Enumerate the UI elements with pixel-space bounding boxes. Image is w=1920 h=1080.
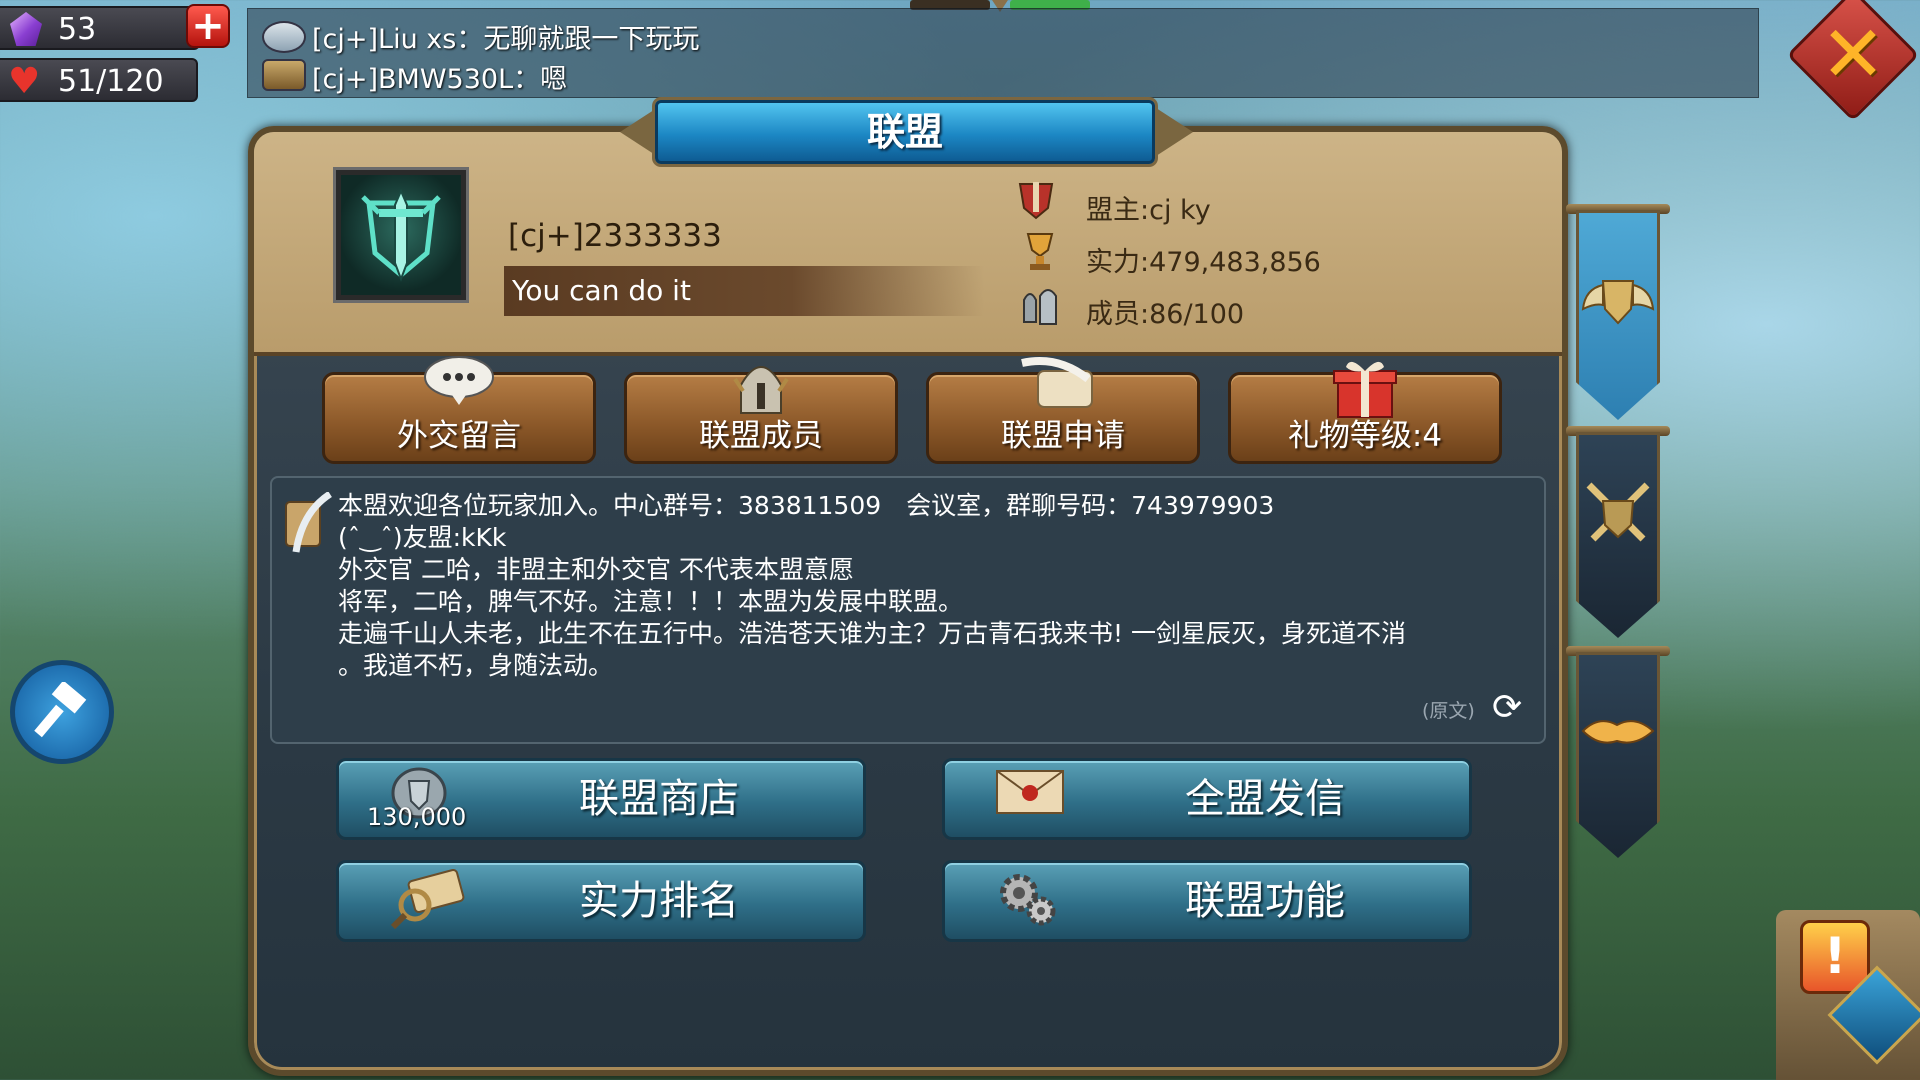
trophy-icon — [1026, 233, 1054, 270]
stamina-count: 51/120 — [58, 64, 164, 99]
announcement-line: 将军，二哈，脾气不好。注意！！！本盟为发展中联盟。 — [338, 587, 964, 616]
alliance-shield-icon — [262, 59, 306, 91]
gem-icon — [10, 12, 42, 46]
chat-preview[interactable]: [cj+]Liu xs：无聊就跟一下玩玩 [cj+]BMW530L：嗯 — [247, 8, 1759, 98]
envelope-icon — [996, 770, 1064, 814]
action-label: 实力排名 — [579, 878, 739, 924]
banner-wing-left — [620, 106, 660, 158]
plus-icon: + — [191, 3, 225, 49]
side-tab-alliance[interactable] — [1576, 210, 1660, 420]
title-banner: 联盟 — [655, 100, 1155, 164]
refresh-icon[interactable]: ⟳ — [1492, 688, 1522, 728]
helmet-icon — [733, 366, 789, 414]
hammer-icon — [34, 682, 87, 738]
action-label: 联盟功能 — [1185, 878, 1345, 924]
announcement-line: 外交官 二哈，非盟主和外交官 不代表本盟意愿 — [338, 555, 854, 584]
sword-shield-icon — [361, 188, 441, 282]
alliance-shop-button[interactable]: 130,000 联盟商店 — [336, 758, 866, 840]
close-button[interactable]: ✕ — [1786, 0, 1920, 122]
close-icon: ✕ — [1820, 9, 1886, 100]
alliance-members: 成员:86/100 — [1086, 299, 1245, 330]
alliance-motto-bar: You can do it — [504, 266, 984, 316]
tab-gift-level[interactable]: 礼物等级:4 — [1228, 361, 1502, 464]
chat-bubble-icon — [262, 21, 306, 53]
alliance-functions-button[interactable]: 联盟功能 — [942, 860, 1472, 942]
mass-mail-button[interactable]: 全盟发信 — [942, 758, 1472, 840]
side-tab-diplomacy[interactable] — [1576, 652, 1660, 858]
scroll-quill-icon — [285, 492, 332, 553]
tab-alliance-members[interactable]: 联盟成员 — [624, 366, 898, 464]
side-tab-war[interactable] — [1576, 432, 1660, 638]
crossed-swords-icon — [1586, 482, 1650, 542]
alliance-emblem[interactable] — [336, 170, 466, 300]
page-title: 联盟 — [866, 110, 943, 154]
alliance-coin-balance: 130,000 — [367, 803, 467, 831]
show-original-link[interactable]: (原文) — [1422, 696, 1475, 723]
alliance-leader: 盟主:cj ky — [1086, 195, 1211, 226]
tab-label: 联盟申请 — [1001, 418, 1125, 454]
alliance-name: [cj+]2333333 — [508, 218, 722, 254]
action-label: 全盟发信 — [1185, 776, 1345, 822]
announcement-line: (ˆ‿ˆ)友盟:kKk — [338, 523, 507, 552]
chat-message: [cj+]BMW530L：嗯 — [312, 64, 568, 95]
tab-diplomacy-messages[interactable]: 外交留言 — [322, 356, 596, 464]
action-label: 联盟商店 — [579, 776, 739, 822]
soldiers-icon — [1023, 289, 1057, 325]
banner-wing-right — [1153, 106, 1193, 158]
speech-bubble-icon — [424, 356, 494, 405]
scroll-quill-icon — [1021, 357, 1093, 408]
left-quick-button[interactable] — [10, 660, 114, 764]
add-gems-button[interactable]: + — [186, 4, 230, 48]
announcement-line: 本盟欢迎各位玩家加入。中心群号：383811509 会议室，群聊号码：74397… — [338, 491, 1275, 520]
stamina-counter: ♥ 51/120 — [0, 58, 198, 102]
alliance-motto: You can do it — [512, 274, 691, 307]
tab-label: 外交留言 — [397, 418, 521, 454]
announcement-line: 。我道不朽，身随法动。 — [338, 651, 614, 680]
tab-alliance-applications[interactable]: 联盟申请 — [926, 357, 1200, 464]
heart-icon: ♥ — [8, 61, 41, 102]
announcement-line: 走遍千山人未老，此生不在五行中。浩浩苍天谁为主？万古青石我来书! 一剑星辰灭，身… — [338, 619, 1406, 648]
leader-shield-icon — [1018, 182, 1054, 220]
tab-label: 联盟成员 — [699, 418, 823, 454]
gem-counter: 53 — [0, 6, 200, 50]
winged-shield-icon — [1581, 280, 1655, 325]
chat-message: [cj+]Liu xs：无聊就跟一下玩玩 — [312, 24, 700, 55]
gem-count: 53 — [58, 12, 97, 47]
gear-icon — [1000, 874, 1056, 926]
alliance-announcement[interactable]: 本盟欢迎各位玩家加入。中心群号：383811509 会议室，群聊号码：74397… — [270, 476, 1546, 744]
alliance-power: 实力:479,483,856 — [1086, 247, 1321, 278]
handshake-icon — [1581, 720, 1655, 744]
tab-label: 礼物等级:4 — [1287, 418, 1443, 454]
power-ranking-button[interactable]: 实力排名 — [336, 860, 866, 942]
magnifier-scroll-icon — [390, 869, 465, 929]
